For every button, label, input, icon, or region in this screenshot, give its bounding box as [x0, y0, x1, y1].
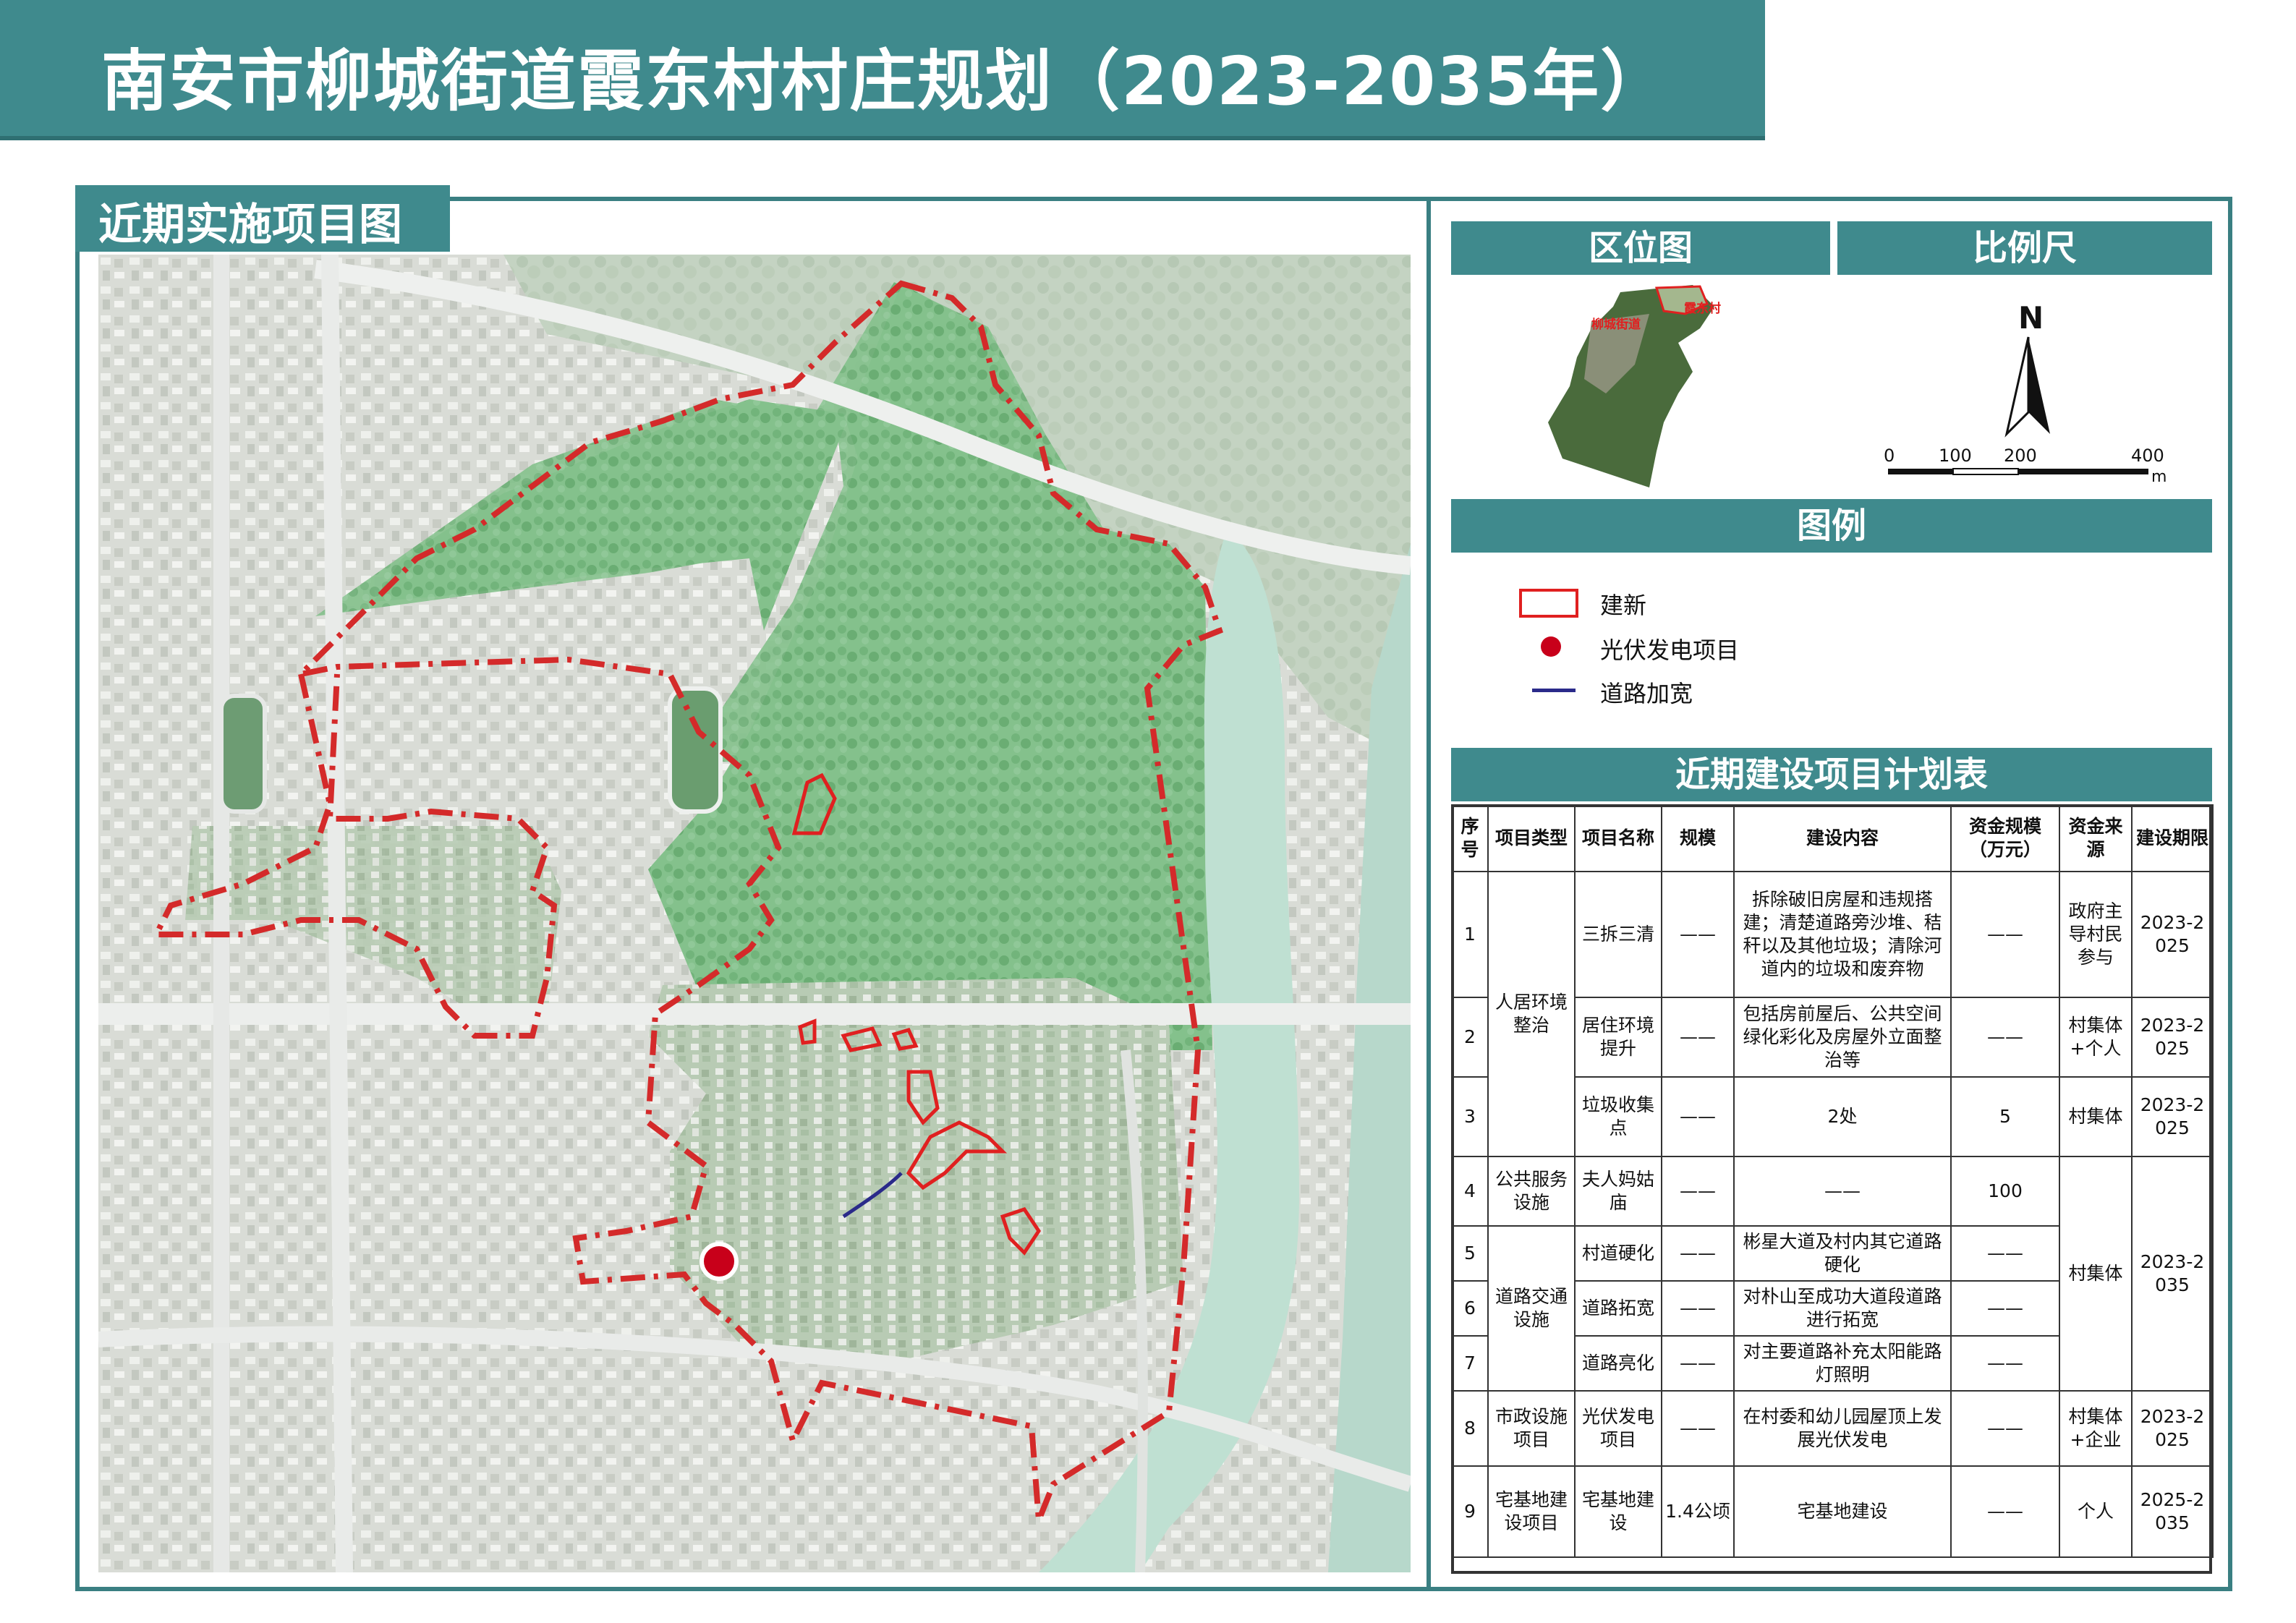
legend-new-construction-swatch	[1519, 589, 1578, 618]
scale-tick: 400	[2131, 446, 2164, 466]
scale-block: N 0 100 200 400 m	[1859, 297, 2206, 492]
scale-tick: 100	[1939, 446, 1972, 466]
location-header: 区位图	[1451, 221, 1830, 275]
legend-pv-dot	[1541, 636, 1561, 657]
location-map-svg: 柳城街道 霞东村	[1548, 285, 1721, 487]
page-title: 南安市柳城街道霞东村村庄规划（2023-2035年）	[101, 43, 1669, 120]
label-street: 柳城街道	[1591, 317, 1641, 332]
north-arrow-outline	[2004, 336, 2030, 438]
label-village: 霞东村	[1684, 301, 1721, 316]
location-map: 柳城街道 霞东村	[1548, 278, 1765, 495]
section-title: 近期实施项目图	[98, 200, 402, 250]
planning-map[interactable]	[98, 255, 1411, 1572]
legend-road-label: 道路加宽	[1600, 680, 1693, 707]
scale-tick: 0	[1884, 446, 1895, 466]
scale-unit: m	[2151, 468, 2167, 486]
legend-pv-label: 光伏发电项目	[1600, 636, 1740, 664]
north-arrow-icon	[2028, 337, 2050, 434]
scale-seg-2	[1952, 468, 2019, 475]
plan-table-header: 近期建设项目计划表	[1451, 748, 2212, 801]
scale-seg-3	[2018, 469, 2148, 474]
scale-header: 比例尺	[1837, 221, 2212, 275]
pv-project-marker[interactable]	[700, 1242, 739, 1281]
scale-seg-1	[1888, 469, 1953, 474]
legend-header: 图例	[1451, 499, 2212, 553]
scale-tick: 200	[2004, 446, 2037, 466]
legend-road-line	[1532, 689, 1576, 692]
plan-table-border	[1451, 804, 2212, 1574]
north-label: N	[2018, 300, 2044, 336]
stadium-east	[668, 686, 723, 814]
panel-divider	[1427, 197, 1431, 1591]
map-svg	[98, 255, 1411, 1572]
scale-svg: N 0 100 200 400 m	[1884, 300, 2167, 486]
legend-new-construction-label: 建新	[1600, 592, 1647, 619]
stadium-west	[219, 694, 267, 814]
